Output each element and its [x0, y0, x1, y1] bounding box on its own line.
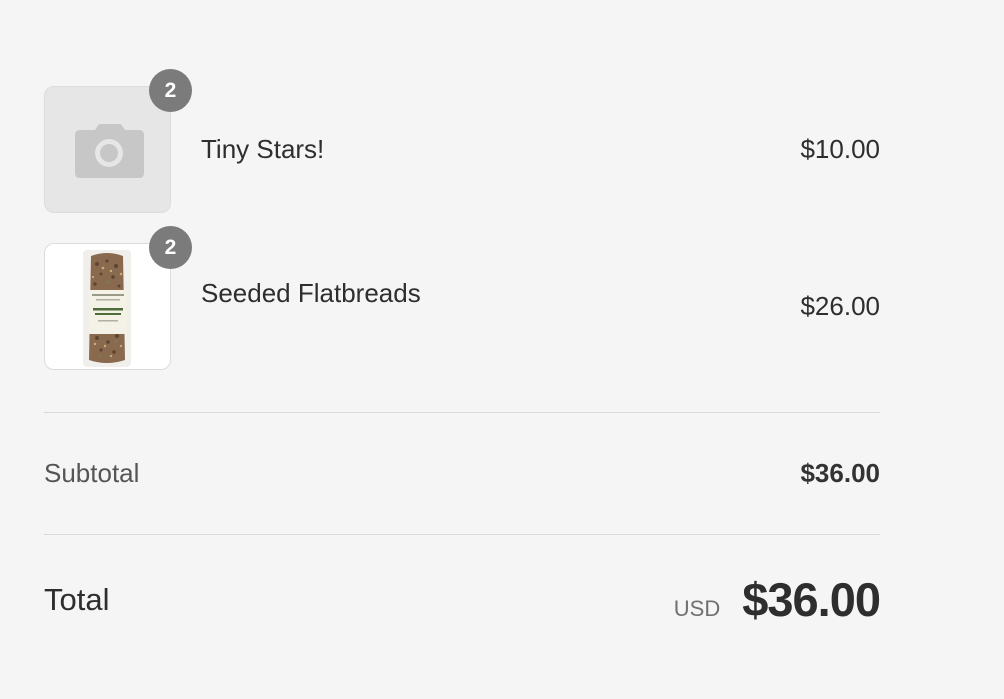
- product-price: $10.00: [800, 134, 880, 164]
- quantity-badge: 2: [149, 226, 192, 269]
- line-item: 2 Seeded Flatbreads $26.00: [44, 226, 880, 373]
- product-thumbnail: 2: [44, 226, 192, 370]
- subtotal-value: $36.00: [800, 458, 880, 488]
- divider: [44, 534, 880, 535]
- total-value: $36.00: [742, 573, 881, 626]
- line-item: 2 Tiny Stars! $10.00: [44, 69, 880, 216]
- camera-placeholder-icon: [75, 124, 144, 178]
- order-summary: 2 Tiny Stars! $10.00 2 Seeded Flatbreads…: [44, 0, 881, 699]
- seeded-flatbread-product-photo: [83, 250, 131, 367]
- subtotal-label: Subtotal: [44, 458, 140, 488]
- total-amount: USD $36.00: [673, 572, 881, 627]
- divider: [44, 412, 880, 413]
- quantity-badge: 2: [149, 69, 192, 112]
- currency-code: USD: [673, 596, 721, 621]
- product-name: Tiny Stars!: [201, 134, 325, 164]
- product-price: $26.00: [800, 291, 880, 321]
- product-name: Seeded Flatbreads: [201, 278, 421, 308]
- product-thumbnail: 2: [44, 69, 192, 213]
- total-label: Total: [44, 582, 110, 617]
